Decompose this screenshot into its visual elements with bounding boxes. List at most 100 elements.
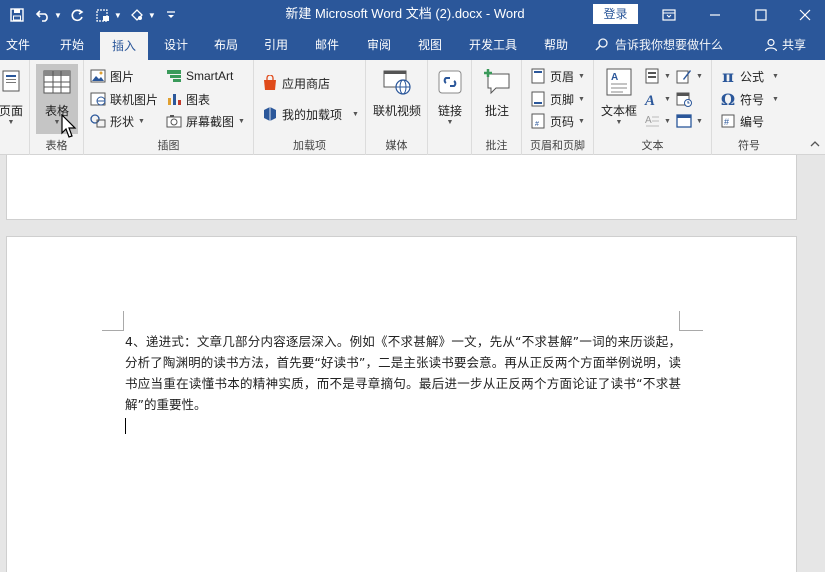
footer-button[interactable]: 页脚 ▼ — [530, 89, 585, 109]
new-dropdown-icon[interactable]: ▼ — [114, 11, 122, 20]
quick-access-toolbar: ▼ ▼ ▼ — [6, 4, 182, 26]
chart-label: 图表 — [186, 92, 211, 107]
footer-caret-icon: ▼ — [578, 95, 585, 103]
store-button[interactable]: 应用商店 — [262, 73, 330, 93]
page-current[interactable]: 4、递进式：文章几部分内容逐层深入。例如《不求甚解》一文，先从“不求甚解”一词的… — [6, 236, 797, 572]
object-caret-icon: ▼ — [696, 117, 703, 125]
save-icon[interactable] — [6, 4, 28, 26]
close-icon[interactable] — [784, 0, 825, 30]
comment-button[interactable]: 批注 — [476, 66, 518, 119]
login-button[interactable]: 登录 — [593, 4, 638, 24]
equation-button[interactable]: π 公式 ▼ — [720, 66, 779, 86]
undo-dropdown-icon[interactable]: ▼ — [54, 11, 62, 20]
tab-help[interactable]: 帮助 — [532, 30, 580, 60]
tab-design[interactable]: 设计 — [152, 30, 200, 60]
group-label-comments: 批注 — [485, 140, 508, 152]
pages-icon — [0, 66, 28, 98]
group-media: 联机视频 媒体 — [366, 60, 428, 155]
document-paragraph[interactable]: 4、递进式：文章几部分内容逐层深入。例如《不求甚解》一文，先从“不求甚解”一词的… — [125, 331, 681, 415]
new-document-icon[interactable] — [92, 4, 114, 26]
tab-review[interactable]: 审阅 — [355, 30, 403, 60]
screenshot-icon — [166, 113, 182, 129]
textbox-icon: A — [603, 66, 635, 98]
group-links: 链接 ▼ — [428, 60, 472, 155]
chart-icon — [166, 91, 182, 107]
window-title: 新建 Microsoft Word 文档 (2).docx - Word — [285, 6, 525, 21]
tab-insert[interactable]: 插入 — [100, 32, 148, 60]
smartart-label: SmartArt — [186, 69, 234, 83]
number-icon: # — [720, 113, 736, 129]
number-button[interactable]: # 编号 — [720, 111, 764, 131]
smartart-button[interactable]: SmartArt — [166, 66, 233, 86]
tab-references[interactable]: 引用 — [252, 30, 300, 60]
screenshot-button[interactable]: 屏幕截图 ▼ — [166, 111, 245, 131]
textbox-label: 文本框 — [600, 104, 637, 118]
object-button[interactable]: ▼ — [676, 111, 703, 131]
symbol-button[interactable]: Ω 符号 ▼ — [720, 89, 779, 109]
signature-line-button[interactable]: ▼ — [676, 66, 703, 86]
chart-button[interactable]: 图表 — [166, 89, 210, 109]
online-video-icon — [381, 66, 413, 98]
svg-text:A: A — [611, 72, 618, 83]
tell-me-search[interactable]: 告诉我你想要做什么 — [595, 30, 723, 60]
pages-button[interactable]: 页面 ▼ — [0, 66, 26, 126]
tab-developer[interactable]: 开发工具 — [460, 30, 526, 60]
header-caret-icon: ▼ — [578, 72, 585, 80]
group-label-header-footer: 页眉和页脚 — [530, 140, 585, 152]
customize-qat-icon[interactable] — [160, 4, 182, 26]
online-video-button[interactable]: 联机视频 — [368, 66, 426, 119]
vertical-scrollbar[interactable] — [811, 155, 825, 572]
quick-parts-button[interactable]: ▼ — [644, 66, 671, 86]
tab-mailings[interactable]: 邮件 — [303, 30, 351, 60]
drop-cap-icon: A — [644, 113, 660, 129]
redo-icon[interactable] — [66, 4, 88, 26]
my-addins-button[interactable]: 我的加载项 ▼ — [262, 104, 359, 124]
maximize-icon[interactable] — [738, 0, 784, 30]
header-button[interactable]: 页眉 ▼ — [530, 66, 585, 86]
tell-me-text: 告诉我你想要做什么 — [615, 38, 724, 52]
group-tables: 表格 ▼ 表格 — [30, 60, 84, 155]
minimize-icon[interactable] — [692, 0, 738, 30]
tab-layout[interactable]: 布局 — [202, 30, 250, 60]
group-pages: 页面 ▼ — [0, 60, 30, 155]
page-number-button[interactable]: # 页码 ▼ — [530, 111, 585, 131]
svg-text:#: # — [535, 121, 539, 128]
tab-file[interactable]: 文件 — [0, 30, 36, 60]
shapes-icon — [90, 113, 106, 129]
store-label: 应用商店 — [282, 76, 331, 91]
screenshot-label: 屏幕截图 — [186, 114, 235, 129]
shapes-button[interactable]: 形状 ▼ — [90, 111, 145, 131]
shapes-label: 形状 — [110, 114, 135, 129]
smartart-icon — [166, 68, 182, 84]
person-icon — [764, 38, 778, 52]
online-picture-icon — [90, 91, 106, 107]
tab-view[interactable]: 视图 — [406, 30, 454, 60]
ribbon-display-options-icon[interactable] — [646, 0, 692, 30]
pages-label: 页面 — [0, 104, 23, 118]
table-icon — [41, 66, 73, 98]
svg-text:A: A — [645, 115, 652, 126]
links-button[interactable]: 链接 ▼ — [430, 66, 470, 126]
online-picture-button[interactable]: 联机图片 — [90, 89, 158, 109]
tab-home[interactable]: 开始 — [48, 30, 96, 60]
wordart-button[interactable]: A ▼ — [644, 89, 671, 109]
symbol-label: 符号 — [740, 92, 765, 107]
textbox-button[interactable]: A 文本框 ▼ — [596, 66, 642, 126]
picture-button[interactable]: 图片 — [90, 66, 134, 86]
calendar-icon — [676, 91, 692, 107]
svg-text:#: # — [724, 117, 729, 127]
lightbulb-icon — [595, 38, 608, 51]
page-number-icon: # — [530, 113, 546, 129]
page-number-caret-icon: ▼ — [578, 117, 585, 125]
group-addins: 应用商店 我的加载项 ▼ 加载项 — [254, 60, 366, 155]
picture-icon — [90, 68, 106, 84]
link-icon — [434, 66, 466, 98]
share-button[interactable]: 共享 — [764, 30, 806, 60]
date-time-button[interactable] — [676, 89, 692, 109]
undo-icon[interactable] — [32, 4, 54, 26]
document-workspace: 4、递进式：文章几部分内容逐层深入。例如《不求甚解》一文，先从“不求甚解”一词的… — [0, 155, 825, 572]
touch-mode-icon[interactable] — [126, 4, 148, 26]
touch-dropdown-icon[interactable]: ▼ — [148, 11, 156, 20]
collapse-ribbon-icon[interactable] — [810, 140, 820, 151]
drop-cap-button[interactable]: A ▼ — [644, 111, 671, 131]
